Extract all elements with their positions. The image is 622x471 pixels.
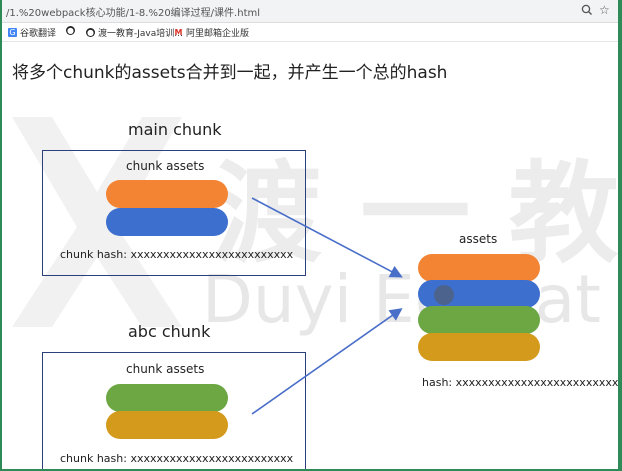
mail-icon: M [174,28,183,37]
slide-heading: 将多个chunk的assets合并到一起，并产生一个总的hash [12,63,448,83]
abc-chunk-hash: chunk hash: xxxxxxxxxxxxxxxxxxxxxxxxx [60,452,294,465]
github-icon: ● [86,28,95,37]
abc-asset-green [106,384,228,412]
bookmark-star-icon[interactable]: ☆ [599,3,610,17]
bookmark-google-translate[interactable]: G 谷歌翻译 [8,26,56,39]
main-chunk-assets-label: chunk assets [126,159,205,173]
slide-content: 渡 一 教 Duyi Educat 将多个chunk的assets合并到一起，并… [2,42,618,469]
github-icon: ● [66,26,75,35]
url-text[interactable]: /1.%20webpack核心功能/1-8.%20编译过程/课件.html [6,4,260,19]
bookmark-duyi[interactable]: ● 渡一教育-Java培训... [86,26,183,39]
bookmark-ali-mail[interactable]: M 阿里邮箱企业版 [174,26,250,39]
main-chunk-hash: chunk hash: xxxxxxxxxxxxxxxxxxxxxxxxx [60,248,294,261]
assets-orange [418,254,540,282]
abc-chunk-assets-label: chunk assets [126,362,205,376]
bookmark-label: 阿里邮箱企业版 [186,29,250,39]
assets-title: assets [459,232,498,246]
bookmark-github[interactable]: ● [66,26,75,35]
address-bar[interactable]: /1.%20webpack核心功能/1-8.%20编译过程/课件.html ☆ [2,0,618,23]
main-asset-orange [106,180,228,208]
assets-gold [418,333,540,361]
cursor-indicator [434,285,454,305]
abc-asset-gold [106,411,228,439]
bookmark-label: 渡一教育-Java培训... [98,29,183,39]
bookmarks-bar: G 谷歌翻译 ● ● 渡一教育-Java培训... M 阿里邮箱企业版 [2,23,618,42]
translate-icon: G [8,28,17,37]
assets-green [418,306,540,334]
main-asset-blue [106,208,228,236]
bookmark-label: 谷歌翻译 [20,29,57,39]
zoom-icon[interactable] [580,3,594,17]
main-chunk-title: main chunk [128,120,222,139]
assets-hash: hash: xxxxxxxxxxxxxxxxxxxxxxxxx [422,376,618,389]
abc-chunk-title: abc chunk [128,322,211,341]
browser-window: /1.%20webpack核心功能/1-8.%20编译过程/课件.html ☆ … [2,0,618,469]
